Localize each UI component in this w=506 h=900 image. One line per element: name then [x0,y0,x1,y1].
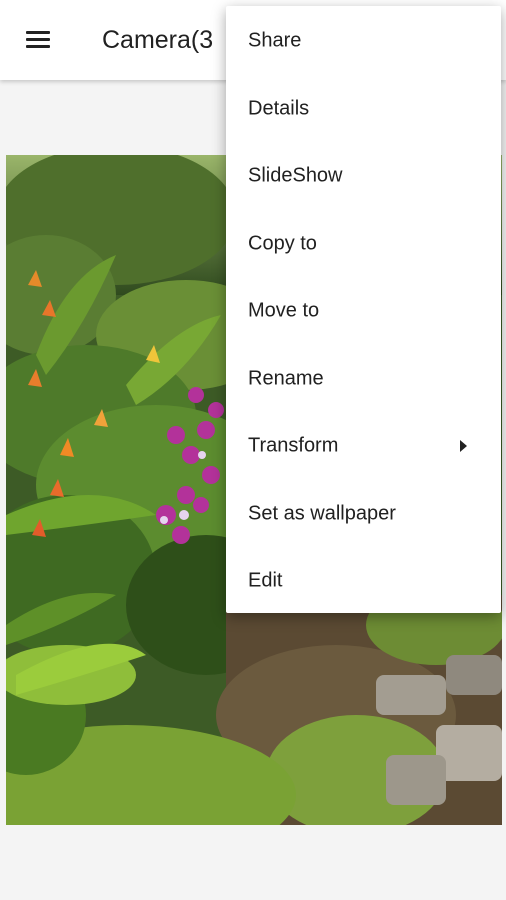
menu-item-label: Copy to [248,232,317,254]
menu-item-label: Share [248,29,302,51]
menu-item-transform[interactable]: Transform [226,412,501,479]
menu-item-copy-to[interactable]: Copy to [226,210,501,277]
menu-item-move-to[interactable]: Move to [226,277,501,344]
menu-item-label: Details [248,97,310,119]
menu-item-label: Move to [248,299,320,321]
submenu-arrow-icon [460,439,467,452]
menu-item-label: Rename [248,367,324,389]
page-title: Camera(3 [102,26,214,54]
menu-item-label: SlideShow [248,164,343,186]
hamburger-menu-icon[interactable] [22,26,54,54]
menu-item-details[interactable]: Details [226,75,501,142]
menu-item-label: Edit [248,569,283,591]
menu-item-share[interactable]: Share [226,7,501,74]
overflow-menu: Share Details SlideShow Copy to Move to … [226,6,501,613]
menu-item-label: Set as wallpaper [248,502,396,524]
menu-item-set-as-wallpaper[interactable]: Set as wallpaper [226,480,501,547]
menu-item-rename[interactable]: Rename [226,345,501,412]
menu-item-slideshow[interactable]: SlideShow [226,142,501,209]
menu-item-edit[interactable]: Edit [226,547,501,614]
menu-item-label: Transform [248,434,339,456]
